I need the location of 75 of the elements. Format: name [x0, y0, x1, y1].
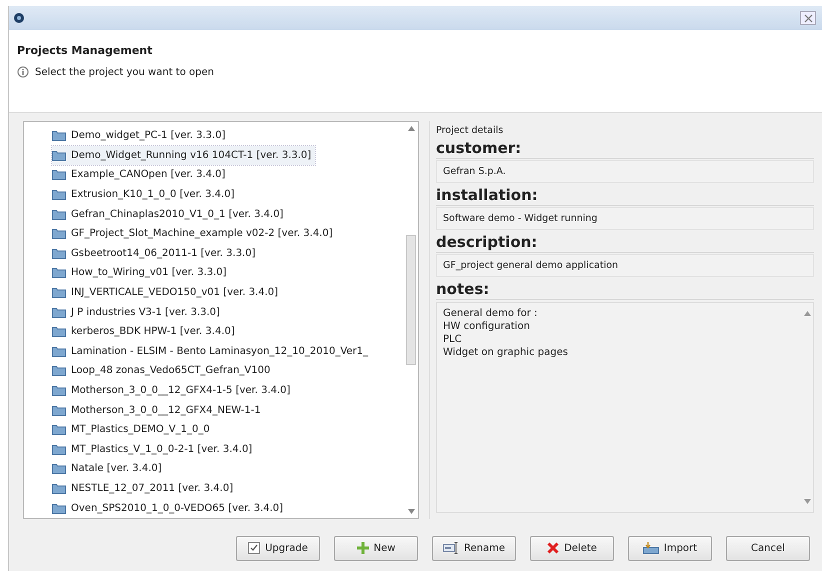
rename-button[interactable]: Rename — [432, 536, 516, 560]
project-item[interactable]: How_to_Wiring_v01 [ver. 3.3.0] — [52, 263, 231, 283]
import-icon — [642, 542, 659, 554]
project-item[interactable]: Motherson_3_0_0__12_GFX4_NEW-1-1 — [52, 400, 265, 420]
project-item[interactable]: MT_Plastics_V_1_0_0-2-1 [ver. 3.4.0] — [52, 440, 256, 460]
folder-icon — [52, 365, 66, 376]
new-button[interactable]: New — [334, 536, 418, 560]
notes-area[interactable]: General demo for : HW configuration PLC Widget on graphic pages — [436, 302, 814, 513]
text-field[interactable]: Gefran S.p.A. — [436, 160, 814, 183]
checkbox-icon — [248, 542, 260, 554]
notes-line: General demo for : — [443, 307, 538, 320]
text-field[interactable]: Software demo - Widget running — [436, 207, 814, 230]
upgrade-button[interactable]: Upgrade — [236, 536, 320, 560]
field-label: customer: — [436, 139, 814, 159]
folder-icon — [52, 385, 66, 396]
project-item[interactable]: GF_Project_Slot_Machine_example v02-2 [ver. 3.4.0] — [52, 224, 337, 244]
project-item[interactable]: Demo_Widget_Running v16 104CT-1 [ver. 3.3.0] — [52, 146, 316, 166]
scroll-down-icon — [804, 499, 810, 504]
folder-icon — [52, 248, 66, 259]
plus-icon — [356, 542, 369, 554]
field-label: description: — [436, 233, 814, 253]
folder-icon — [52, 346, 66, 357]
delete-icon — [547, 542, 560, 554]
scroll-down-icon — [408, 509, 415, 514]
project-item[interactable]: Lamination - ELSIM - Bento Laminasyon_12_10_2010_Ver1_ — [52, 342, 372, 362]
project-item[interactable]: Example_CANOpen [ver. 3.4.0] — [52, 165, 230, 185]
notes-line: HW configuration — [443, 320, 531, 333]
folder-icon — [52, 287, 66, 298]
project-item[interactable]: Oven_SPS2010_1_0_0-VEDO65 [ver. 3.4.0] — [52, 498, 288, 518]
folder-icon — [52, 326, 66, 338]
folder-icon — [52, 424, 66, 436]
project-item[interactable]: Loop_48 zonas_Vedo65CT_Gefran_V100 — [52, 361, 274, 381]
folder-icon — [52, 189, 66, 200]
field-label: notes: — [436, 280, 814, 300]
folder-icon — [52, 502, 66, 514]
project-item[interactable]: Gsbeetroot14_06_2011-1 [ver. 3.3.0] — [52, 244, 260, 264]
folder-icon — [52, 482, 66, 494]
scroll-up-icon — [408, 126, 415, 131]
notes-line: PLC — [443, 333, 463, 346]
project-item[interactable]: NESTLE_12_07_2011 [ver. 3.4.0] — [52, 478, 238, 498]
rename-icon — [442, 542, 459, 554]
info-icon — [17, 66, 29, 78]
folder-icon — [52, 208, 66, 220]
panel-title: Project details — [436, 125, 504, 136]
close-button[interactable] — [800, 11, 816, 25]
info-message: Select the project you want to open — [35, 66, 214, 78]
folder-icon — [52, 130, 66, 142]
notes-line: Widget on graphic pages — [443, 346, 569, 359]
project-item[interactable]: MT_Plastics_DEMO_V_1_0_0 — [52, 420, 214, 440]
project-item[interactable]: Extrusion_K10_1_0_0 [ver. 3.4.0] — [52, 184, 238, 204]
folder-icon — [52, 306, 66, 318]
folder-icon — [52, 463, 66, 474]
import-button[interactable]: Import — [628, 536, 712, 560]
folder-icon — [52, 444, 66, 455]
close-icon — [804, 14, 812, 22]
project-item[interactable]: Gefran_Chinaplas2010_V1_0_1 [ver. 3.4.0] — [52, 204, 288, 224]
text-field[interactable]: GF_project general demo application — [436, 254, 814, 277]
project-item[interactable]: J P industries V3-1 [ver. 3.3.0] — [52, 302, 224, 322]
scroll-thumb[interactable] — [406, 235, 416, 365]
folder-icon — [52, 267, 66, 278]
project-item[interactable]: Demo_widget_PC-1 [ver. 3.3.0] — [52, 126, 230, 146]
dialog-title: Projects Management — [17, 44, 154, 57]
folder-icon — [52, 169, 66, 180]
cancel-button[interactable]: Cancel — [726, 536, 810, 560]
app-icon — [13, 12, 25, 24]
project-item[interactable]: Motherson_3_0_0__12_GFX4-1-5 [ver. 3.4.0] — [52, 380, 294, 400]
project-item[interactable]: INJ_VERTICALE_VEDO150_v01 [ver. 3.4.0] — [52, 282, 282, 302]
folder-icon — [52, 228, 66, 240]
field-label: installation: — [436, 186, 814, 206]
delete-button[interactable]: Delete — [530, 536, 614, 560]
folder-icon — [52, 404, 66, 416]
scroll-up-icon — [804, 311, 810, 316]
project-item[interactable]: Natale [ver. 3.4.0] — [52, 459, 166, 479]
folder-icon — [52, 150, 66, 161]
project-item[interactable]: kerberos_BDK HPW-1 [ver. 3.4.0] — [52, 322, 239, 342]
